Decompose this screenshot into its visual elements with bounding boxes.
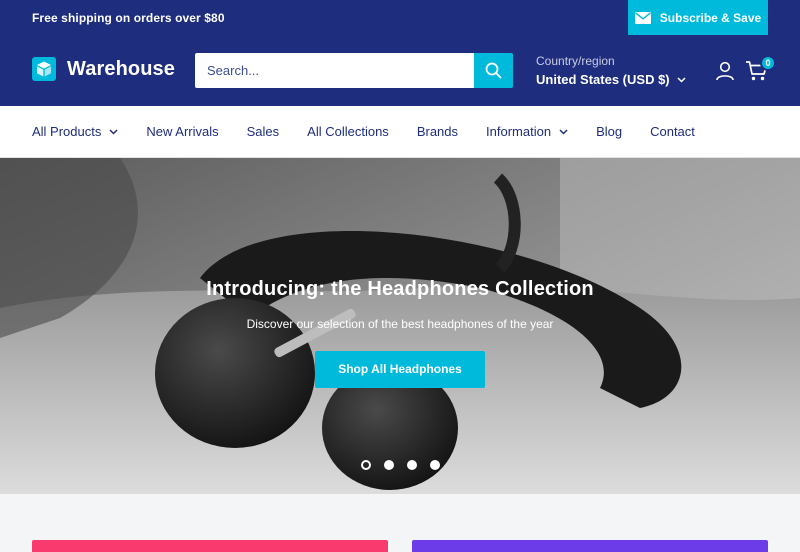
account-icon[interactable] <box>715 61 735 81</box>
chevron-down-icon <box>109 128 118 135</box>
hero-content: Introducing: the Headphones Collection D… <box>0 278 800 388</box>
shop-all-headphones-button[interactable]: Shop All Headphones <box>315 351 485 388</box>
announcement-bar: Free shipping on orders over $80 Subscri… <box>0 0 800 35</box>
box-logo-icon <box>32 57 56 81</box>
country-value: United States (USD $) <box>536 72 670 87</box>
country-label: Country/region <box>536 54 615 68</box>
nav-item-label: Sales <box>246 124 280 139</box>
subscribe-label: Subscribe & Save <box>659 10 762 25</box>
cart-count-badge: 0 <box>760 55 776 71</box>
promo-card-1[interactable] <box>32 540 388 552</box>
slide-dot-2[interactable] <box>383 460 394 470</box>
nav-item-label: Brands <box>416 124 459 139</box>
nav-item-label: New Arrivals <box>146 124 219 139</box>
nav-item-label: All Collections <box>307 124 389 139</box>
nav-item-label: Contact <box>650 124 695 139</box>
slide-dot-1[interactable] <box>360 460 371 470</box>
slideshow-dots <box>0 460 800 470</box>
search-input[interactable] <box>195 53 474 88</box>
hero-title: Introducing: the Headphones Collection <box>206 278 594 300</box>
nav-item-brands[interactable]: Brands <box>417 124 458 139</box>
logo[interactable]: Warehouse <box>32 57 175 81</box>
search-bar <box>195 53 513 88</box>
announcement-text: Free shipping on orders over $80 <box>32 10 225 25</box>
mail-icon <box>634 11 651 24</box>
slide-dot-4[interactable] <box>429 460 440 470</box>
nav-item-information[interactable]: Information <box>486 124 568 139</box>
nav-item-new-arrivals[interactable]: New Arrivals <box>146 124 218 139</box>
nav-item-all-products[interactable]: All Products <box>32 124 118 139</box>
nav-item-sales[interactable]: Sales <box>247 124 280 139</box>
site-header: Warehouse Country/region United States (… <box>0 35 800 106</box>
subscribe-button[interactable]: Subscribe & Save <box>628 0 768 35</box>
nav-item-label: Information <box>486 124 552 139</box>
logo-text: Warehouse <box>67 57 175 80</box>
nav-item-label: All Products <box>32 124 102 139</box>
country-selector[interactable]: Country/region United States (USD $) <box>536 54 686 87</box>
hero-subtitle: Discover our selection of the best headp… <box>246 317 554 331</box>
nav-item-blog[interactable]: Blog <box>596 124 622 139</box>
nav-item-contact[interactable]: Contact <box>650 124 695 139</box>
chevron-down-icon <box>677 76 686 83</box>
chevron-down-icon <box>559 128 568 135</box>
main-navigation: All Products New Arrivals Sales All Coll… <box>0 106 800 158</box>
country-value-row: United States (USD $) <box>536 72 686 87</box>
hero-slideshow: Introducing: the Headphones Collection D… <box>0 158 800 494</box>
nav-item-label: Blog <box>596 124 623 139</box>
search-button[interactable] <box>474 53 513 88</box>
search-icon <box>485 62 502 79</box>
nav-item-all-collections[interactable]: All Collections <box>307 124 389 139</box>
promo-card-2[interactable] <box>412 540 768 552</box>
slide-dot-3[interactable] <box>406 460 417 470</box>
